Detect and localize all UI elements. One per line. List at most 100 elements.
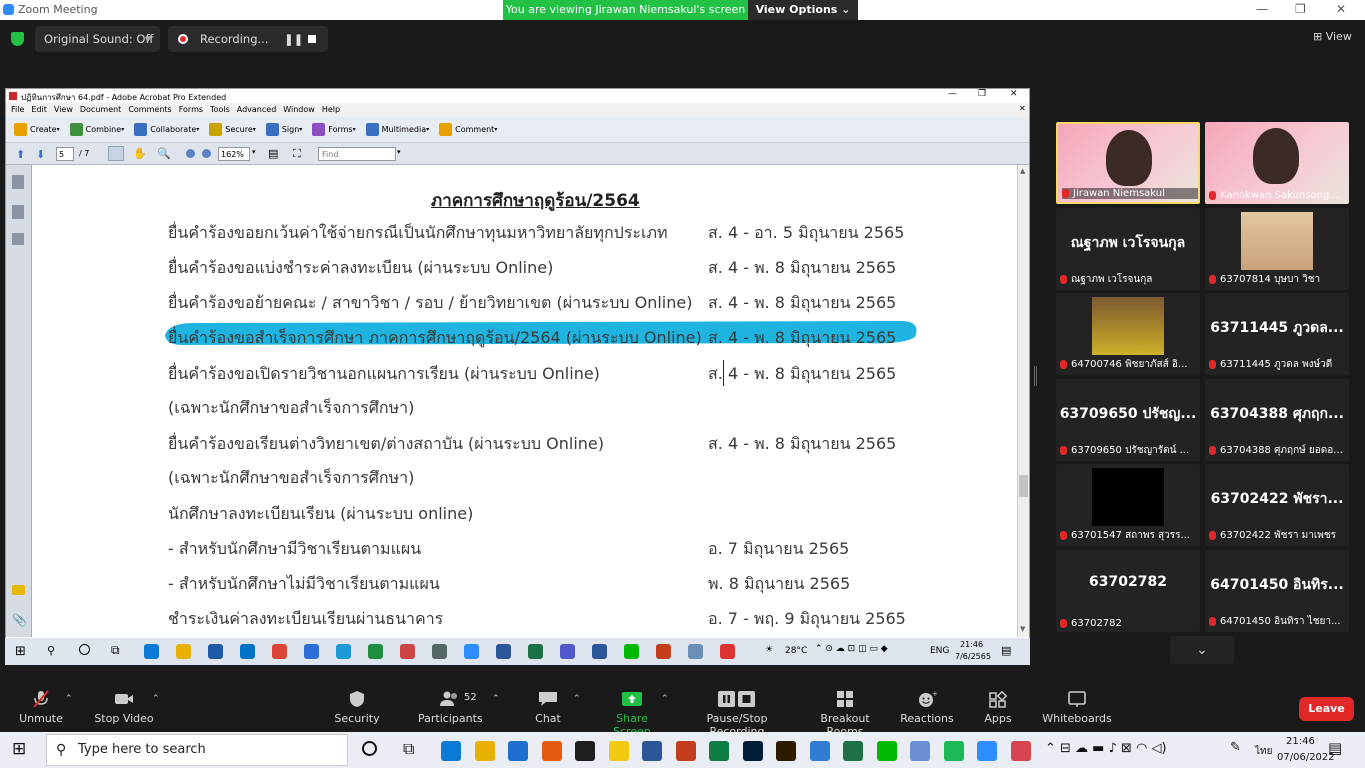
participant-tile[interactable]: 63707814 บุษบา วิชา [1205,208,1349,290]
pinned-app-icon[interactable] [336,644,351,659]
arrow-up-icon[interactable]: ⬆ [16,148,25,161]
pinned-app-icon[interactable] [508,741,528,761]
participant-tile[interactable]: 64701450 อินทิร... 64701450 อินทิรา ไชยา.… [1205,550,1349,632]
document-scrollbar[interactable]: ▲ ▼ [1017,165,1029,637]
select-tool-icon[interactable] [108,146,124,161]
scroll-up-icon[interactable]: ▲ [1020,167,1025,175]
pinned-app-icon[interactable] [240,644,255,659]
resize-handle[interactable] [1034,366,1037,386]
signatures-icon[interactable] [12,233,24,245]
pinned-app-icon[interactable] [368,644,383,659]
tool-forms-button[interactable]: Forms ▾ [312,123,356,136]
unmute-button[interactable]: Unmute [18,690,64,725]
pinned-app-icon[interactable] [656,644,671,659]
pause-icon[interactable]: ❚❚ [284,26,303,52]
bookmarks-icon[interactable] [12,205,24,219]
windows-start-icon[interactable]: ⊞ [15,644,26,659]
pinned-app-icon[interactable] [943,741,964,761]
pinned-app-icon[interactable] [496,644,511,659]
pinned-app-icon[interactable] [144,644,159,659]
pinned-app-icon[interactable] [441,741,461,761]
cortana-icon[interactable] [362,741,377,756]
participant-tile[interactable]: Jirawan Niemsakul [1056,122,1200,204]
zoom-out-icon[interactable] [186,149,195,158]
page-number-input[interactable] [56,147,74,161]
pinned-app-icon[interactable] [742,741,763,761]
chevron-down-icon[interactable]: ▾ [397,148,401,156]
menu-file[interactable]: File [11,105,24,114]
comments-icon[interactable] [12,585,25,595]
pinned-app-icon[interactable] [809,741,830,761]
menu-help[interactable]: Help [322,105,340,114]
menu-advanced[interactable]: Advanced [237,105,277,114]
close-icon[interactable]: ✕ [1010,89,1018,99]
share-screen-button[interactable]: Share Screen [598,690,666,738]
leave-button[interactable]: Leave [1299,697,1354,721]
pinned-app-icon[interactable] [541,741,562,761]
tool-comment-button[interactable]: Comment ▾ [439,123,497,136]
close-doc-icon[interactable]: ✕ [1019,104,1026,113]
security-button[interactable]: Security [334,690,380,725]
chat-button[interactable]: Chat [526,690,570,725]
tray-icons[interactable]: ⌃ ⊙ ☁ ⊡ ◫ ▭ ◆ [815,644,888,654]
chevron-up-icon[interactable]: ⌃ [65,694,73,704]
breakout-rooms-button[interactable]: Breakout Rooms [802,690,888,738]
zoom-in-icon[interactable] [202,149,211,158]
pinned-app-icon[interactable] [843,741,863,761]
task-view-icon[interactable]: ⧉ [403,739,414,759]
chevron-down-icon[interactable]: ▾ [145,26,151,52]
pinned-app-icon[interactable] [624,644,639,659]
scroll-thumb[interactable] [1019,475,1028,497]
pinned-app-icon[interactable] [608,741,629,761]
participant-tile[interactable]: 63702782 63702782 [1056,550,1200,632]
participant-tile[interactable]: 63701547 สถาพร สุวรร... [1056,464,1200,546]
pinned-app-icon[interactable] [876,741,897,761]
participant-tile[interactable]: 63704388 ศุภฤก... 63704388 ศุภฤกษ์ ยอดอ..… [1205,379,1349,461]
pinned-app-icon[interactable] [675,741,696,761]
search-icon[interactable]: ⚲ [47,644,55,657]
zoom-level-input[interactable] [218,147,250,161]
menu-window[interactable]: Window [283,105,315,114]
pinned-app-icon[interactable] [176,644,191,659]
minimize-icon[interactable]: — [948,89,957,99]
menu-forms[interactable]: Forms [179,105,203,114]
participant-tile[interactable]: 63711445 ภูวดล... 63711445 ภูวดล พงษ์วดี [1205,293,1349,375]
stop-video-button[interactable]: Stop Video [92,690,156,725]
menu-edit[interactable]: Edit [31,105,47,114]
fit-page-icon[interactable]: ▤ [268,147,278,160]
pinned-app-icon[interactable] [642,741,662,761]
scroll-down-icon[interactable]: ▼ [1020,625,1025,633]
tool-secure-button[interactable]: Secure ▾ [209,123,256,136]
pinned-app-icon[interactable] [304,644,319,659]
pinned-app-icon[interactable] [528,644,543,659]
restore-icon[interactable]: ❐ [1295,2,1306,16]
pinned-app-icon[interactable] [688,644,703,659]
pages-icon[interactable] [12,175,24,189]
minimize-icon[interactable]: — [1256,2,1268,16]
pinned-app-icon[interactable] [272,644,287,659]
tool-create-button[interactable]: Create ▾ [14,123,60,136]
chevron-down-icon[interactable]: ▾ [252,148,256,156]
notification-icon[interactable]: ▤ [1001,644,1011,657]
pinned-app-icon[interactable] [575,741,595,761]
participant-tile[interactable]: 64700746 พิชยาภัสส์ อิ... [1056,293,1200,375]
notification-icon[interactable]: ▤ [1328,739,1342,757]
pinned-app-icon[interactable] [910,741,930,761]
chevron-up-icon[interactable]: ⌃ [152,694,160,704]
chevron-up-icon[interactable]: ⌃ [661,694,669,704]
gallery-next-button[interactable]: ⌄ [1170,636,1234,664]
close-icon[interactable]: ✕ [1336,2,1346,16]
stop-icon[interactable] [308,35,316,43]
pinned-app-icon[interactable] [400,644,415,659]
participant-tile[interactable]: 63709650 ปรัชญ... 63709650 ปรัชญารัตน์ ..… [1056,379,1200,461]
pinned-app-icon[interactable] [709,741,729,761]
view-button[interactable]: ⊞ View [1313,30,1352,43]
attachment-icon[interactable]: 📎 [12,613,27,627]
task-view-icon[interactable]: ⧉ [111,643,120,658]
tool-combine-button[interactable]: Combine ▾ [69,123,124,136]
tray-icons[interactable]: ⌃ ⊟ ☁ ▬ ♪ ⊠ ◠ ◁) [1045,741,1167,756]
menu-view[interactable]: View [54,105,73,114]
menu-document[interactable]: Document [80,105,121,114]
pinned-app-icon[interactable] [474,741,495,761]
arrow-down-icon[interactable]: ⬇ [36,148,45,161]
